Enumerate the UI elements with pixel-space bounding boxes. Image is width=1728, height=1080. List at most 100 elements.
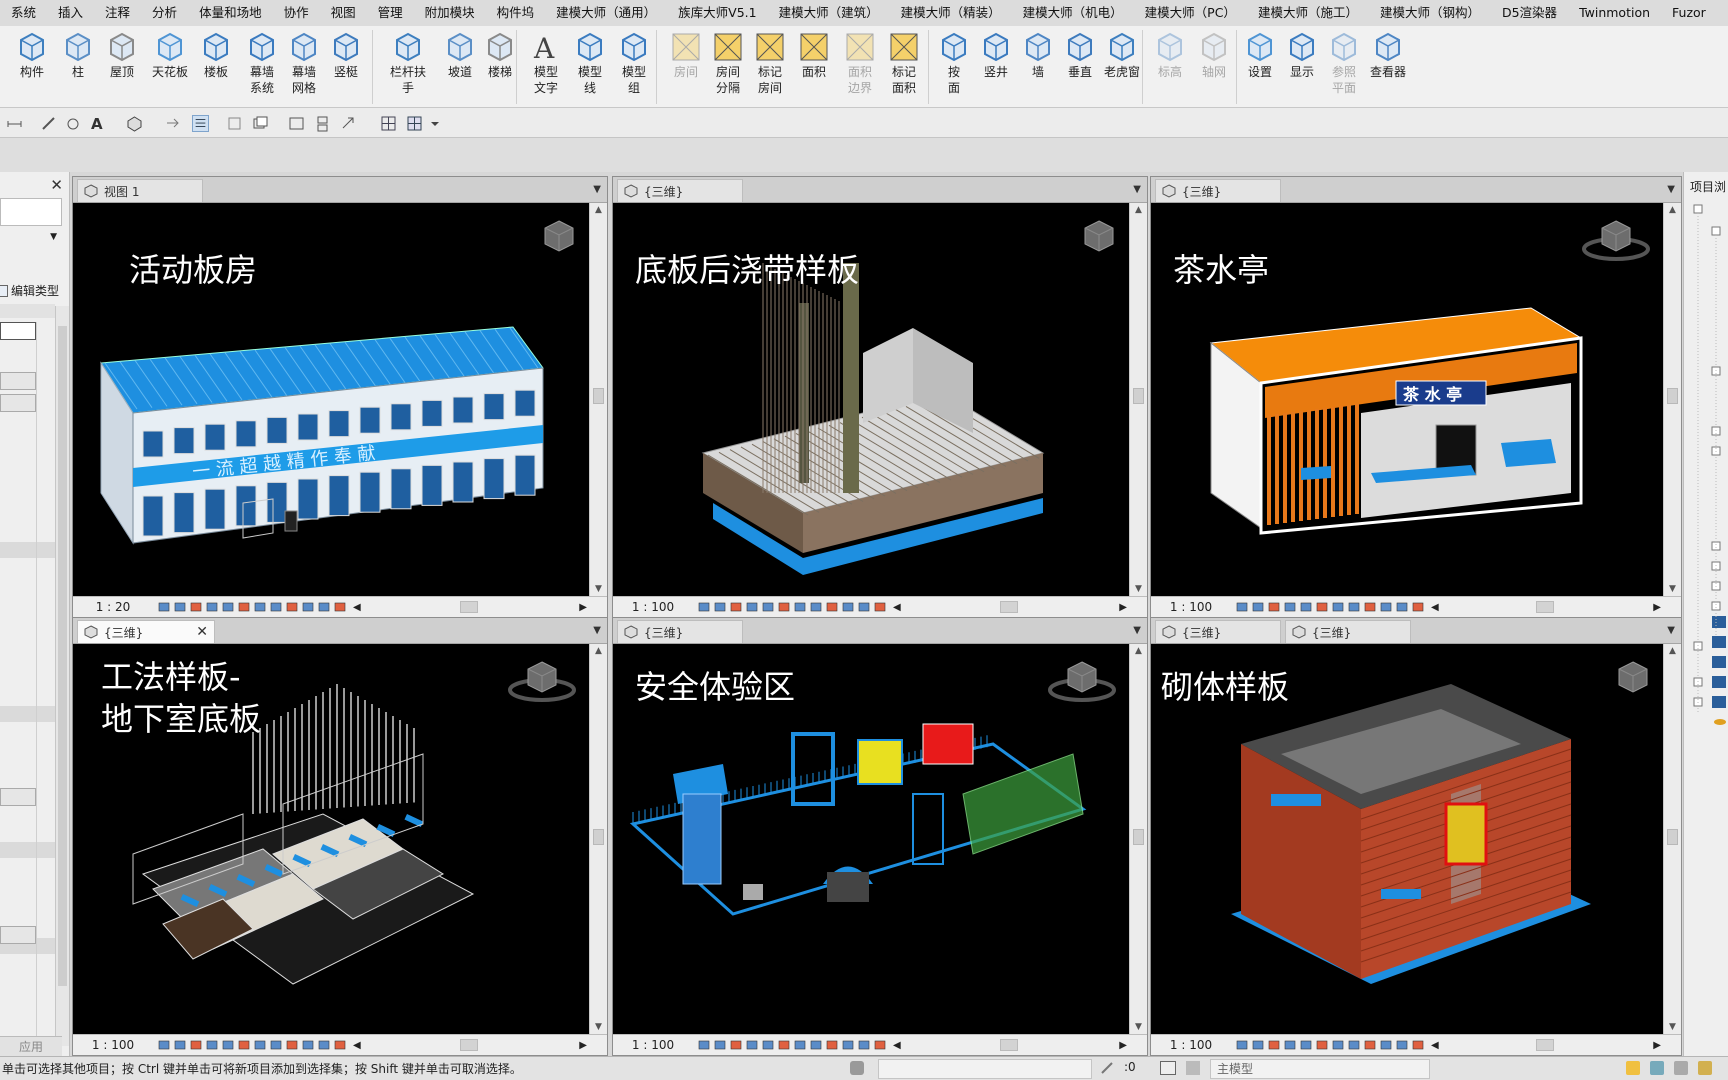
tab-dropdown-icon[interactable]: ▼ <box>593 184 601 195</box>
ribbon-button-roof[interactable]: 屋顶 <box>100 28 144 80</box>
detail-level-icon[interactable] <box>173 1038 187 1052</box>
highlight-icon[interactable] <box>1411 1038 1425 1052</box>
view-tab[interactable]: {三维} ✕ <box>77 620 215 643</box>
menu-item-7[interactable]: 管理 <box>367 0 414 26</box>
detail-level-icon[interactable] <box>1251 600 1265 614</box>
menu-item-4[interactable]: 体量和场地 <box>188 0 273 26</box>
ribbon-button-wall-opening[interactable]: 墙 <box>1016 28 1060 80</box>
cascade-icon[interactable] <box>406 115 423 132</box>
measure-icon[interactable] <box>40 115 57 132</box>
viewcube-icon[interactable] <box>1613 658 1653 698</box>
horizontal-scrollbar[interactable] <box>907 601 1114 613</box>
sun-path-icon[interactable] <box>205 600 219 614</box>
scale-icon[interactable] <box>157 1038 171 1052</box>
crop-icon[interactable] <box>777 600 791 614</box>
apply-button[interactable]: 应用 <box>0 1036 62 1056</box>
view-canvas[interactable]: 底板后浇带样板 <box>613 203 1129 596</box>
close-icon[interactable]: ✕ <box>196 624 208 640</box>
view-tab[interactable]: {三维} <box>1155 179 1281 202</box>
ribbon-button-mullion[interactable]: 竖梃 <box>324 28 368 80</box>
viewcube-icon[interactable] <box>1581 217 1651 261</box>
exclude-options-icon[interactable] <box>1186 1061 1200 1075</box>
view-tab[interactable]: {三维} <box>1155 620 1281 643</box>
shadows-icon[interactable] <box>761 600 775 614</box>
view-scale[interactable]: 1 : 100 <box>1151 1038 1231 1052</box>
vertical-scrollbar[interactable]: ▲ ▼ <box>589 203 607 596</box>
switch-windows-icon[interactable] <box>252 115 269 132</box>
ribbon-button-area-boundary[interactable]: 面积 边界 <box>838 28 882 96</box>
visual-style-icon[interactable] <box>189 600 203 614</box>
visual-style-icon[interactable] <box>729 600 743 614</box>
ribbon-button-model-text[interactable]: A 模型 文字 <box>524 28 568 96</box>
view-tab[interactable]: {三维} <box>617 179 743 202</box>
shadows-icon[interactable] <box>761 1038 775 1052</box>
tab-dropdown-icon[interactable]: ▼ <box>593 625 601 636</box>
tab-dropdown-icon[interactable]: ▼ <box>1667 625 1675 636</box>
tab-dropdown-icon[interactable]: ▼ <box>1133 625 1141 636</box>
workset-icon[interactable] <box>850 1061 864 1075</box>
chevron-down-icon[interactable]: ▼ <box>50 232 57 242</box>
reveal-icon[interactable] <box>1363 600 1377 614</box>
temp-hide-icon[interactable] <box>809 600 823 614</box>
crop-icon[interactable] <box>237 1038 251 1052</box>
ribbon-button-workplane-show[interactable]: 显示 <box>1280 28 1324 80</box>
scroll-right-icon[interactable]: ▶ <box>579 1040 587 1051</box>
ribbon-button-ceiling[interactable]: 天花板 <box>148 28 192 80</box>
select-pinned-icon[interactable] <box>1674 1061 1688 1075</box>
view-tab[interactable]: {三维} <box>1285 620 1411 643</box>
scale-icon[interactable] <box>697 600 711 614</box>
view-canvas[interactable]: 砌体样板 <box>1151 644 1663 1034</box>
edit-type-button[interactable]: 编辑类型 <box>0 282 59 299</box>
sun-path-icon[interactable] <box>745 600 759 614</box>
lock-3d-icon[interactable] <box>1379 600 1393 614</box>
menu-item-5[interactable]: 协作 <box>273 0 320 26</box>
menu-item-11[interactable]: 族库大师V5.1 <box>667 0 767 26</box>
lock-3d-icon[interactable] <box>841 600 855 614</box>
analysis-icon[interactable] <box>857 1038 871 1052</box>
close-icon[interactable]: ✕ <box>50 176 63 194</box>
lock-3d-icon[interactable] <box>301 1038 315 1052</box>
visual-style-icon[interactable] <box>189 1038 203 1052</box>
tile-views-icon[interactable] <box>314 115 331 132</box>
highlight-icon[interactable] <box>873 600 887 614</box>
viewcube-icon[interactable] <box>507 658 577 702</box>
view-scale[interactable]: 1 : 100 <box>613 600 693 614</box>
ribbon-button-floor[interactable]: 楼板 <box>194 28 238 80</box>
vertical-scrollbar[interactable]: ▲ ▼ <box>589 644 607 1034</box>
viewport-4[interactable]: {三维} ✕ ▼ 工法样板- 地下室底板 ▲ ▼ 1 : 100 ◀ ▶ <box>72 617 608 1056</box>
view-canvas[interactable]: 一 流 超 越 精 作 奉 献活动板房 <box>73 203 589 596</box>
view-tab[interactable]: 视图 1 <box>77 179 203 202</box>
design-option-dropdown[interactable]: 主模型 <box>1210 1059 1430 1079</box>
design-options-icon[interactable] <box>1160 1061 1176 1075</box>
menu-item-6[interactable]: 视图 <box>320 0 367 26</box>
ribbon-button-tag-area[interactable]: 标记 面积 <box>882 28 926 96</box>
angle-icon[interactable] <box>64 115 81 132</box>
ribbon-button-level[interactable]: 标高 <box>1148 28 1192 80</box>
ribbon-button-by-face[interactable]: 按 面 <box>932 28 976 96</box>
viewport-3[interactable]: {三维} ▼ 茶 水 亭 茶水亭 ▲ ▼ 1 : 100 ◀ ▶ <box>1150 176 1682 618</box>
menu-item-18[interactable]: D5渲染器 <box>1491 0 1568 26</box>
ribbon-button-model-group[interactable]: 模型 组 <box>612 28 656 96</box>
crop-icon[interactable] <box>237 600 251 614</box>
analysis-icon[interactable] <box>857 600 871 614</box>
shadows-icon[interactable] <box>1299 600 1313 614</box>
ribbon-button-ref-plane[interactable]: 参照 平面 <box>1322 28 1366 96</box>
scroll-left-icon[interactable]: ◀ <box>893 602 901 613</box>
view-canvas[interactable]: 茶 水 亭 茶水亭 <box>1151 203 1663 596</box>
tile-grid-icon[interactable] <box>380 115 397 132</box>
view-tab[interactable]: {三维} <box>617 620 743 643</box>
reveal-icon[interactable] <box>1363 1038 1377 1052</box>
sun-path-icon[interactable] <box>1283 1038 1297 1052</box>
scale-icon[interactable] <box>697 1038 711 1052</box>
menu-item-2[interactable]: 注释 <box>94 0 141 26</box>
temp-hide-icon[interactable] <box>1347 1038 1361 1052</box>
dropdown-arrow-icon[interactable] <box>430 115 440 132</box>
hide-crop-icon[interactable] <box>1331 1038 1345 1052</box>
close-hidden-icon[interactable] <box>226 115 243 132</box>
viewcube-icon[interactable] <box>539 217 579 257</box>
lock-3d-icon[interactable] <box>301 600 315 614</box>
lock-3d-icon[interactable] <box>1379 1038 1393 1052</box>
menu-item-20[interactable]: Fuzor <box>1661 0 1717 26</box>
viewcube-icon[interactable] <box>1047 658 1117 702</box>
ribbon-button-viewer[interactable]: 查看器 <box>1366 28 1410 80</box>
